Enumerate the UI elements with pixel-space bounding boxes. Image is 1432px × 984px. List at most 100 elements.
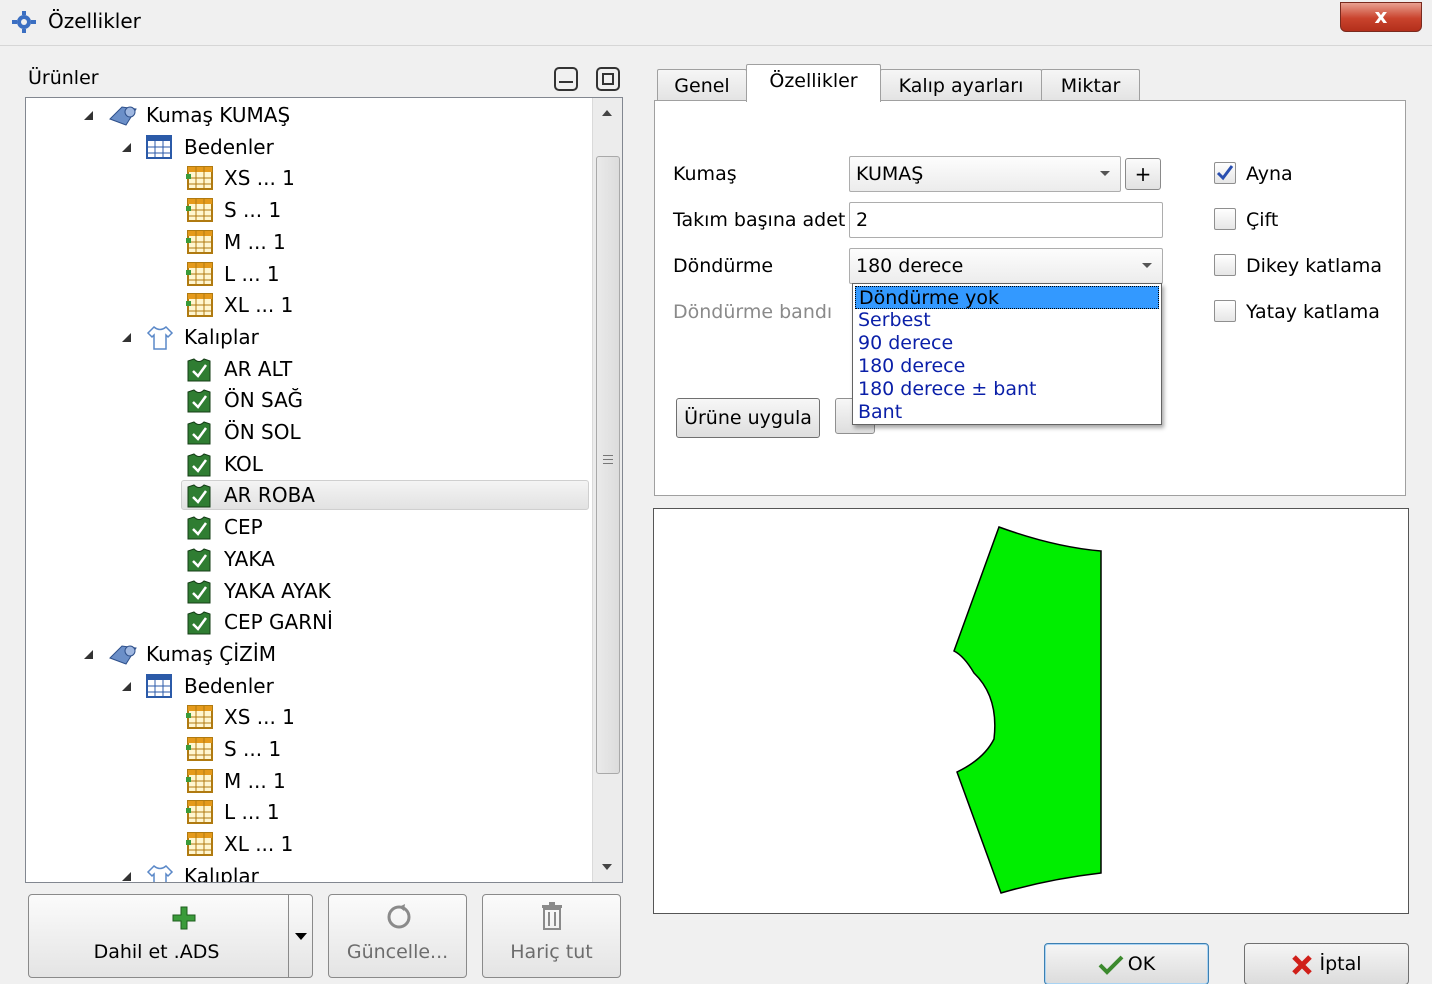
per-set-input[interactable]: 2 (849, 202, 1163, 238)
scroll-down-icon[interactable] (602, 864, 612, 870)
scroll-thumb[interactable] (596, 156, 620, 774)
tree-item[interactable]: Kumaş KUMAŞ (84, 100, 290, 130)
tree-item-label: Bedenler (184, 673, 274, 698)
tree-item-label: M ... 1 (224, 229, 286, 254)
tree-item[interactable]: L ... 1 (186, 797, 280, 827)
tree-item[interactable]: ÖN SAĞ (186, 385, 303, 415)
apply-to-product-button[interactable]: Ürüne uygula (676, 398, 820, 438)
mirror-label: Ayna (1246, 163, 1293, 185)
chevron-down-icon (1100, 171, 1110, 176)
rotation-dropdown-list[interactable]: Döndürme yok Serbest 90 derece 180 derec… (852, 283, 1162, 425)
horizontal-fold-checkbox[interactable] (1214, 300, 1236, 322)
option-90-degrees[interactable]: 90 derece (855, 332, 1159, 355)
include-ads-button[interactable]: Dahil et .ADS (28, 894, 313, 978)
exclude-label: Hariç tut (510, 941, 593, 963)
tree-item[interactable]: XS ... 1 (186, 702, 295, 732)
tree-item[interactable]: Bedenler (122, 671, 274, 701)
tree-item[interactable]: Bedenler (122, 132, 274, 162)
size-table-icon (186, 293, 213, 318)
expand-arrow-icon[interactable] (122, 332, 131, 342)
product-tree[interactable]: Kumaş KUMAŞ Bedenler XS ... 1 S ... 1 M ... … (25, 97, 623, 883)
size-table-icon (186, 705, 213, 730)
tree-item-label: Kumaş ÇİZİM (146, 641, 277, 666)
tree-item[interactable]: CEP GARNİ (186, 607, 333, 637)
ok-label: OK (1127, 953, 1156, 975)
tree-item[interactable]: XL ... 1 (186, 829, 293, 859)
expand-arrow-icon[interactable] (84, 649, 93, 659)
expand-all-icon[interactable] (596, 67, 620, 91)
tree-item[interactable]: S ... 1 (186, 195, 281, 225)
option-180-degrees-band[interactable]: 180 derece ± bant (855, 378, 1159, 401)
tab-miktar[interactable]: Miktar (1041, 69, 1140, 101)
tree-item-label: AR ROBA (224, 483, 315, 508)
tree-item-label: YAKA (224, 546, 275, 571)
expand-arrow-icon[interactable] (122, 871, 131, 881)
tree-item[interactable]: KOL (186, 449, 263, 479)
tree-item-label: ÖN SAĞ (224, 388, 303, 413)
fabric-roll-icon (108, 642, 137, 666)
mirror-checkbox[interactable] (1214, 162, 1236, 184)
expand-arrow-icon[interactable] (122, 681, 131, 691)
tree-item[interactable]: S ... 1 (186, 734, 281, 764)
scroll-up-icon[interactable] (602, 110, 612, 116)
tree-item-label: S ... 1 (224, 737, 282, 761)
fabric-value: KUMAŞ (856, 163, 924, 185)
option-180-degrees[interactable]: 180 derece (855, 355, 1159, 378)
cancel-button[interactable]: İptal (1244, 943, 1409, 984)
title-bar: Özellikler x (0, 0, 1432, 46)
fabric-roll-icon (108, 103, 137, 127)
tree-item-label: XS ... 1 (224, 705, 295, 730)
pattern-piece-icon (186, 357, 212, 382)
tree-item[interactable]: M ... 1 (186, 227, 286, 257)
tree-item[interactable]: XL ... 1 (186, 290, 293, 320)
tree-item[interactable]: M ... 1 (186, 766, 286, 796)
plus-add-icon (172, 906, 196, 930)
table-icon (146, 134, 172, 159)
tree-item[interactable]: YAKA (186, 544, 275, 574)
products-label: Ürünler (28, 67, 99, 89)
tree-item-label: Bedenler (184, 134, 274, 159)
tab-kalip-ayarlari[interactable]: Kalıp ayarları (880, 69, 1042, 101)
tree-item[interactable]: YAKA AYAK (186, 576, 331, 606)
expand-arrow-icon[interactable] (84, 111, 93, 120)
check-icon (1098, 955, 1124, 975)
exclude-button[interactable]: Hariç tut (482, 894, 621, 978)
tree-item[interactable]: CEP (186, 512, 263, 542)
pattern-piece-icon (186, 515, 212, 540)
option-no-rotation[interactable]: Döndürme yok (855, 286, 1159, 309)
tab-genel[interactable]: Genel (657, 69, 747, 101)
option-free[interactable]: Serbest (855, 309, 1159, 332)
tree-item[interactable]: Kalıplar (122, 322, 259, 352)
rotation-value: 180 derece (856, 255, 964, 277)
close-button[interactable]: x (1340, 2, 1422, 32)
tree-item[interactable]: XS ... 1 (186, 163, 295, 193)
table-icon (146, 673, 172, 698)
tree-item[interactable]: AR ROBA (186, 480, 315, 510)
pattern-piece-icon (186, 579, 212, 603)
tree-scrollbar[interactable] (592, 98, 622, 882)
expand-arrow-icon[interactable] (122, 142, 131, 152)
include-dropdown-toggle[interactable] (288, 895, 312, 977)
tree-item[interactable]: ÖN SOL (186, 417, 301, 447)
pattern-piece-icon (186, 388, 212, 413)
option-band[interactable]: Bant (855, 401, 1159, 424)
tree-item[interactable]: AR ALT (186, 354, 292, 384)
add-fabric-button[interactable]: + (1125, 158, 1161, 190)
tree-item[interactable]: Kumaş ÇİZİM (84, 639, 277, 669)
tree-item[interactable]: Kalıplar (122, 861, 259, 882)
ok-button[interactable]: OK (1044, 943, 1209, 984)
pair-checkbox[interactable] (1214, 208, 1236, 230)
tree-item-label: ÖN SOL (224, 420, 301, 444)
horizontal-fold-label: Yatay katlama (1246, 301, 1380, 323)
tab-ozellikler[interactable]: Özellikler (746, 64, 881, 102)
per-set-value: 2 (856, 209, 869, 231)
tree-item[interactable]: L ... 1 (186, 259, 280, 289)
vertical-fold-checkbox[interactable] (1214, 254, 1236, 276)
update-button[interactable]: Güncelle... (328, 894, 467, 978)
fabric-select[interactable]: KUMAŞ (849, 156, 1121, 192)
rotation-select[interactable]: 180 derece (849, 248, 1163, 284)
trash-icon (542, 902, 562, 930)
pattern-preview (653, 508, 1409, 914)
window-title: Özellikler (48, 9, 141, 33)
collapse-all-icon[interactable] (554, 67, 578, 91)
